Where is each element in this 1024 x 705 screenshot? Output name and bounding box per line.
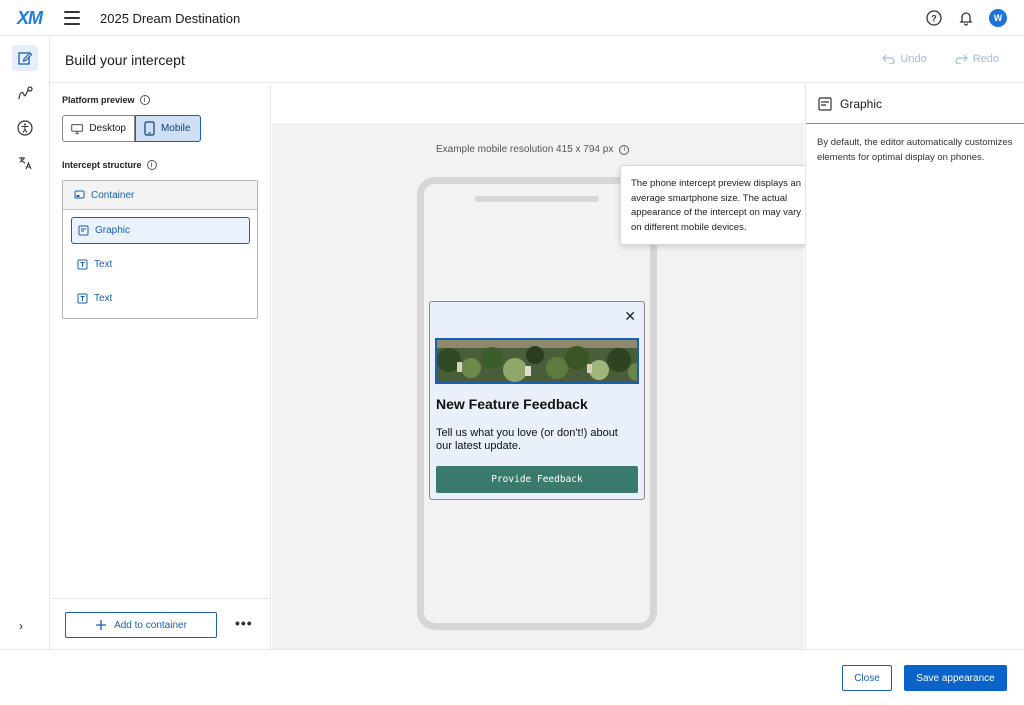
undo-button[interactable]: Undo xyxy=(882,53,927,65)
info-icon[interactable]: i xyxy=(139,95,150,105)
phone-frame: ✕ New Feature Feedback Tell us what you … xyxy=(417,177,657,630)
structure-actions: Add to container ••• xyxy=(51,598,270,649)
close-icon[interactable]: ✕ xyxy=(624,308,636,325)
desktop-icon xyxy=(71,123,84,134)
plus-icon xyxy=(96,620,107,630)
intercept-preview: ✕ New Feature Feedback Tell us what you … xyxy=(429,301,645,500)
page-title: Build your intercept xyxy=(65,52,185,68)
edit-icon[interactable] xyxy=(12,45,38,71)
redo-button[interactable]: Redo xyxy=(955,53,999,65)
redo-icon xyxy=(955,54,968,64)
save-appearance-button[interactable]: Save appearance xyxy=(904,665,1007,691)
translate-icon[interactable] xyxy=(12,150,38,176)
footer-bar: Close Save appearance xyxy=(0,649,1024,705)
bell-icon[interactable] xyxy=(956,8,976,28)
xm-logo[interactable]: XM xyxy=(17,8,43,29)
logic-icon[interactable] xyxy=(12,80,38,106)
expand-rail-icon[interactable]: › xyxy=(19,619,23,633)
structure-panel: Platform preview i Desktop Mobile Interc… xyxy=(51,84,271,649)
resolution-tooltip: The phone intercept preview displays an … xyxy=(620,165,824,245)
resolution-label: Example mobile resolution 415 x 794 px i xyxy=(436,144,630,155)
properties-header: Graphic xyxy=(806,84,1024,124)
menu-icon[interactable] xyxy=(64,11,80,25)
platform-preview-label: Platform preview i xyxy=(62,95,150,105)
intercept-structure-label: Intercept structure i xyxy=(62,160,157,170)
structure-tree: Container Graphic Text Text xyxy=(62,180,258,319)
accessibility-icon[interactable] xyxy=(12,115,38,141)
properties-panel: Graphic By default, the editor automatic… xyxy=(805,84,1024,649)
intercept-body[interactable]: Tell us what you love (or don't!) about … xyxy=(436,427,636,453)
svg-text:?: ? xyxy=(931,14,937,24)
editor-header: Build your intercept Undo Redo xyxy=(51,37,1024,83)
structure-item-text[interactable]: Text xyxy=(71,251,250,278)
container-node[interactable]: Container xyxy=(63,181,257,210)
info-icon[interactable]: i xyxy=(619,144,630,155)
properties-description: By default, the editor automatically cus… xyxy=(817,137,1013,163)
platform-toggle: Desktop Mobile xyxy=(62,115,201,142)
mobile-button[interactable]: Mobile xyxy=(135,115,201,142)
structure-item-graphic[interactable]: Graphic xyxy=(71,217,250,244)
intercept-heading[interactable]: New Feature Feedback xyxy=(436,396,588,412)
container-icon xyxy=(74,190,85,199)
undo-icon xyxy=(882,54,895,64)
info-icon[interactable]: i xyxy=(146,160,157,170)
top-bar: XM 2025 Dream Destination ? W xyxy=(0,0,1024,36)
graphic-image[interactable] xyxy=(435,338,639,384)
mobile-icon xyxy=(144,121,155,136)
structure-item-text[interactable]: Text xyxy=(71,285,250,312)
phone-speaker xyxy=(475,196,599,202)
graphic-icon xyxy=(78,225,89,236)
text-icon xyxy=(77,293,88,304)
more-options-icon[interactable]: ••• xyxy=(235,615,253,631)
add-to-container-button[interactable]: Add to container xyxy=(65,612,217,638)
help-icon[interactable]: ? xyxy=(924,8,944,28)
graphic-icon xyxy=(818,96,832,111)
provide-feedback-button[interactable]: Provide Feedback xyxy=(436,466,638,493)
close-button[interactable]: Close xyxy=(842,665,892,691)
user-avatar[interactable]: W xyxy=(988,8,1008,28)
text-icon xyxy=(77,259,88,270)
left-rail xyxy=(0,37,50,649)
project-title: 2025 Dream Destination xyxy=(100,11,241,26)
desktop-button[interactable]: Desktop xyxy=(62,115,135,142)
properties-title: Graphic xyxy=(840,96,883,111)
canvas-top xyxy=(272,84,804,123)
